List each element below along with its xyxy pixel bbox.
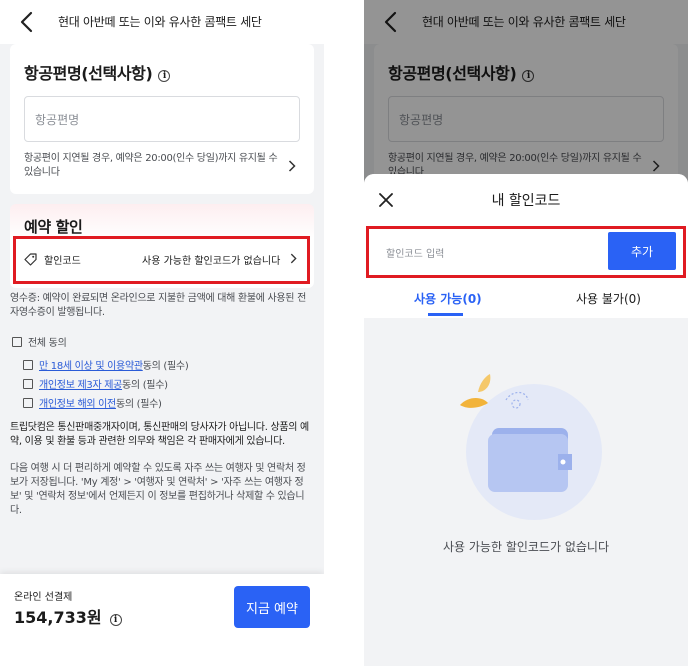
discount-section-title: 예약 할인 bbox=[24, 218, 83, 236]
chevron-right-icon[interactable] bbox=[288, 160, 296, 172]
agree-item-suffix: 동의 (필수) bbox=[122, 380, 168, 391]
tag-icon bbox=[24, 253, 37, 266]
add-code-button[interactable]: 추가 bbox=[608, 232, 676, 270]
agree-item-link[interactable]: 만 18세 이상 및 이용약관 bbox=[39, 361, 143, 372]
agree-item-row[interactable]: 만 18세 이상 및 이용약관동의 (필수) bbox=[23, 360, 189, 374]
agree-all-checkbox[interactable] bbox=[12, 337, 22, 347]
agree-item-suffix: 동의 (필수) bbox=[115, 399, 162, 410]
sheet-title: 내 할인코드 bbox=[491, 193, 561, 209]
discount-sheet-screen: 현대 아반떼 또는 이와 유사한 콤팩트 세단 항공편명(선택사항) i 항공편명… bbox=[364, 0, 688, 666]
agree-item-link[interactable]: 개인정보 제3자 제공 bbox=[39, 380, 122, 391]
book-now-button[interactable]: 지금 예약 bbox=[234, 586, 310, 628]
flight-number-placeholder: 항공편명 bbox=[35, 113, 80, 127]
receipt-note: 영수증: 예약이 완료되면 온라인으로 지불한 금액에 대해 환불에 사용된 전… bbox=[10, 293, 306, 318]
empty-wallet-illustration bbox=[460, 374, 602, 520]
agree-item-row[interactable]: 개인정보 해외 이전동의 (필수) bbox=[23, 398, 162, 412]
discount-code-sheet: 내 할인코드 할인코드 입력 추가 사용 가능(0) 사용 불가(0) 사용 가… bbox=[364, 174, 688, 666]
agree-all-row[interactable]: 전체 동의 bbox=[12, 337, 67, 351]
page-title: 현대 아반떼 또는 이와 유사한 콤팩트 세단 bbox=[58, 15, 262, 29]
flight-section-title: 항공편명(선택사항) i bbox=[24, 60, 171, 84]
sheet-header-area: 내 할인코드 할인코드 입력 추가 사용 가능(0) 사용 불가(0) bbox=[364, 174, 688, 318]
flight-delay-note: 항공편이 지연될 경우, 예약은 20:00(인수 당일)까지 유지될 수 있습… bbox=[24, 153, 278, 178]
traveler-info-note: 다음 여행 시 더 편리하게 예약할 수 있도록 자주 쓰는 여행자 및 연락처… bbox=[10, 463, 306, 516]
price-info-icon[interactable]: i bbox=[109, 614, 122, 626]
booking-screen: 현대 아반떼 또는 이와 유사한 콤팩트 세단 항공편명(선택사항) i 항공편명… bbox=[0, 0, 324, 666]
checkout-footer: 온라인 선결제 154,733원 i 지금 예약 bbox=[0, 574, 324, 666]
seller-disclaimer: 트립닷컴은 통신판매중개자이며, 통신판매의 당사자가 아닙니다. 상품의 예약… bbox=[10, 422, 309, 447]
top-bar: 현대 아반떼 또는 이와 유사한 콤팩트 세단 bbox=[0, 0, 324, 44]
info-icon[interactable]: i bbox=[158, 70, 171, 82]
agree-item-row[interactable]: 개인정보 제3자 제공동의 (필수) bbox=[23, 379, 168, 393]
agree-item-checkbox[interactable] bbox=[23, 398, 33, 408]
empty-state-text: 사용 가능한 할인코드가 없습니다 bbox=[442, 540, 609, 554]
payment-label: 온라인 선결제 bbox=[14, 592, 73, 603]
flight-number-card: 항공편명(선택사항) i 항공편명 항공편이 지연될 경우, 예약은 20:00(… bbox=[10, 44, 314, 194]
agree-all-label: 전체 동의 bbox=[28, 338, 67, 349]
tab-active-indicator bbox=[428, 313, 463, 316]
total-price: 154,733원 bbox=[14, 608, 102, 627]
agree-item-suffix: 동의 (필수) bbox=[142, 361, 189, 372]
flight-section-label: 항공편명(선택사항) bbox=[24, 64, 153, 83]
agree-item-checkbox[interactable] bbox=[23, 379, 33, 389]
total-price-row: 154,733원 i bbox=[14, 604, 122, 628]
agree-item-checkbox[interactable] bbox=[23, 360, 33, 370]
back-arrow-icon[interactable] bbox=[16, 10, 38, 34]
discount-chevron-icon bbox=[290, 253, 297, 264]
discount-code-status: 사용 가능한 할인코드가 없습니다 bbox=[142, 256, 281, 267]
agree-item-link[interactable]: 개인정보 해외 이전 bbox=[39, 399, 116, 410]
tab-available[interactable]: 사용 가능(0) bbox=[414, 290, 482, 307]
flight-number-input[interactable]: 항공편명 bbox=[24, 96, 300, 142]
discount-code-input[interactable]: 할인코드 입력 bbox=[386, 245, 444, 260]
tab-unavailable[interactable]: 사용 불가(0) bbox=[576, 290, 641, 307]
discount-code-label: 할인코드 bbox=[44, 256, 81, 267]
